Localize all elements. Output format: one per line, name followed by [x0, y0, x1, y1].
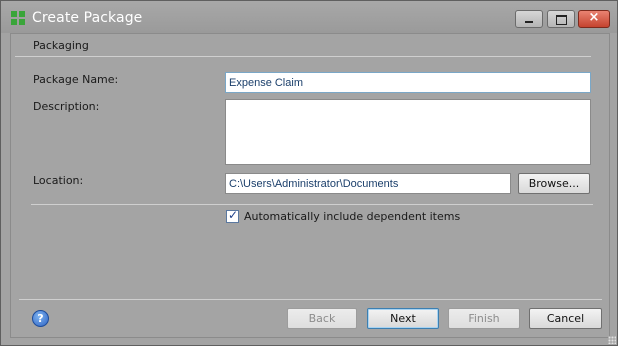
window-title: Create Package	[32, 10, 143, 26]
create-package-dialog: Create Package × Packaging Package Name:…	[0, 0, 618, 346]
close-button[interactable]: ×	[578, 10, 610, 28]
help-icon[interactable]: ?	[32, 310, 49, 327]
back-button[interactable]: Back	[287, 308, 357, 329]
package-app-icon	[11, 11, 25, 25]
cancel-button[interactable]: Cancel	[529, 308, 602, 329]
minimize-button[interactable]	[515, 10, 543, 28]
header-divider	[15, 56, 591, 57]
browse-button[interactable]: Browse...	[518, 173, 590, 194]
finish-button[interactable]: Finish	[448, 308, 520, 329]
footer-divider	[19, 299, 602, 300]
close-icon: ×	[588, 10, 600, 25]
package-name-input[interactable]	[225, 72, 591, 93]
next-button[interactable]: Next	[367, 308, 439, 329]
location-label: Location:	[33, 174, 84, 187]
title-bar[interactable]: Create Package ×	[1, 1, 617, 33]
description-label: Description:	[33, 100, 100, 113]
auto-include-checkbox[interactable]	[226, 208, 239, 223]
package-name-label: Package Name:	[33, 73, 119, 86]
section-title: Packaging	[33, 39, 89, 52]
auto-include-label[interactable]: Automatically include dependent items	[244, 210, 460, 223]
dialog-body: Packaging Package Name: Description: Loc…	[10, 33, 610, 338]
resize-grip[interactable]	[608, 336, 616, 344]
description-input[interactable]	[225, 99, 591, 165]
form-divider	[31, 204, 593, 205]
location-input[interactable]	[225, 173, 511, 194]
maximize-button[interactable]	[547, 10, 575, 28]
